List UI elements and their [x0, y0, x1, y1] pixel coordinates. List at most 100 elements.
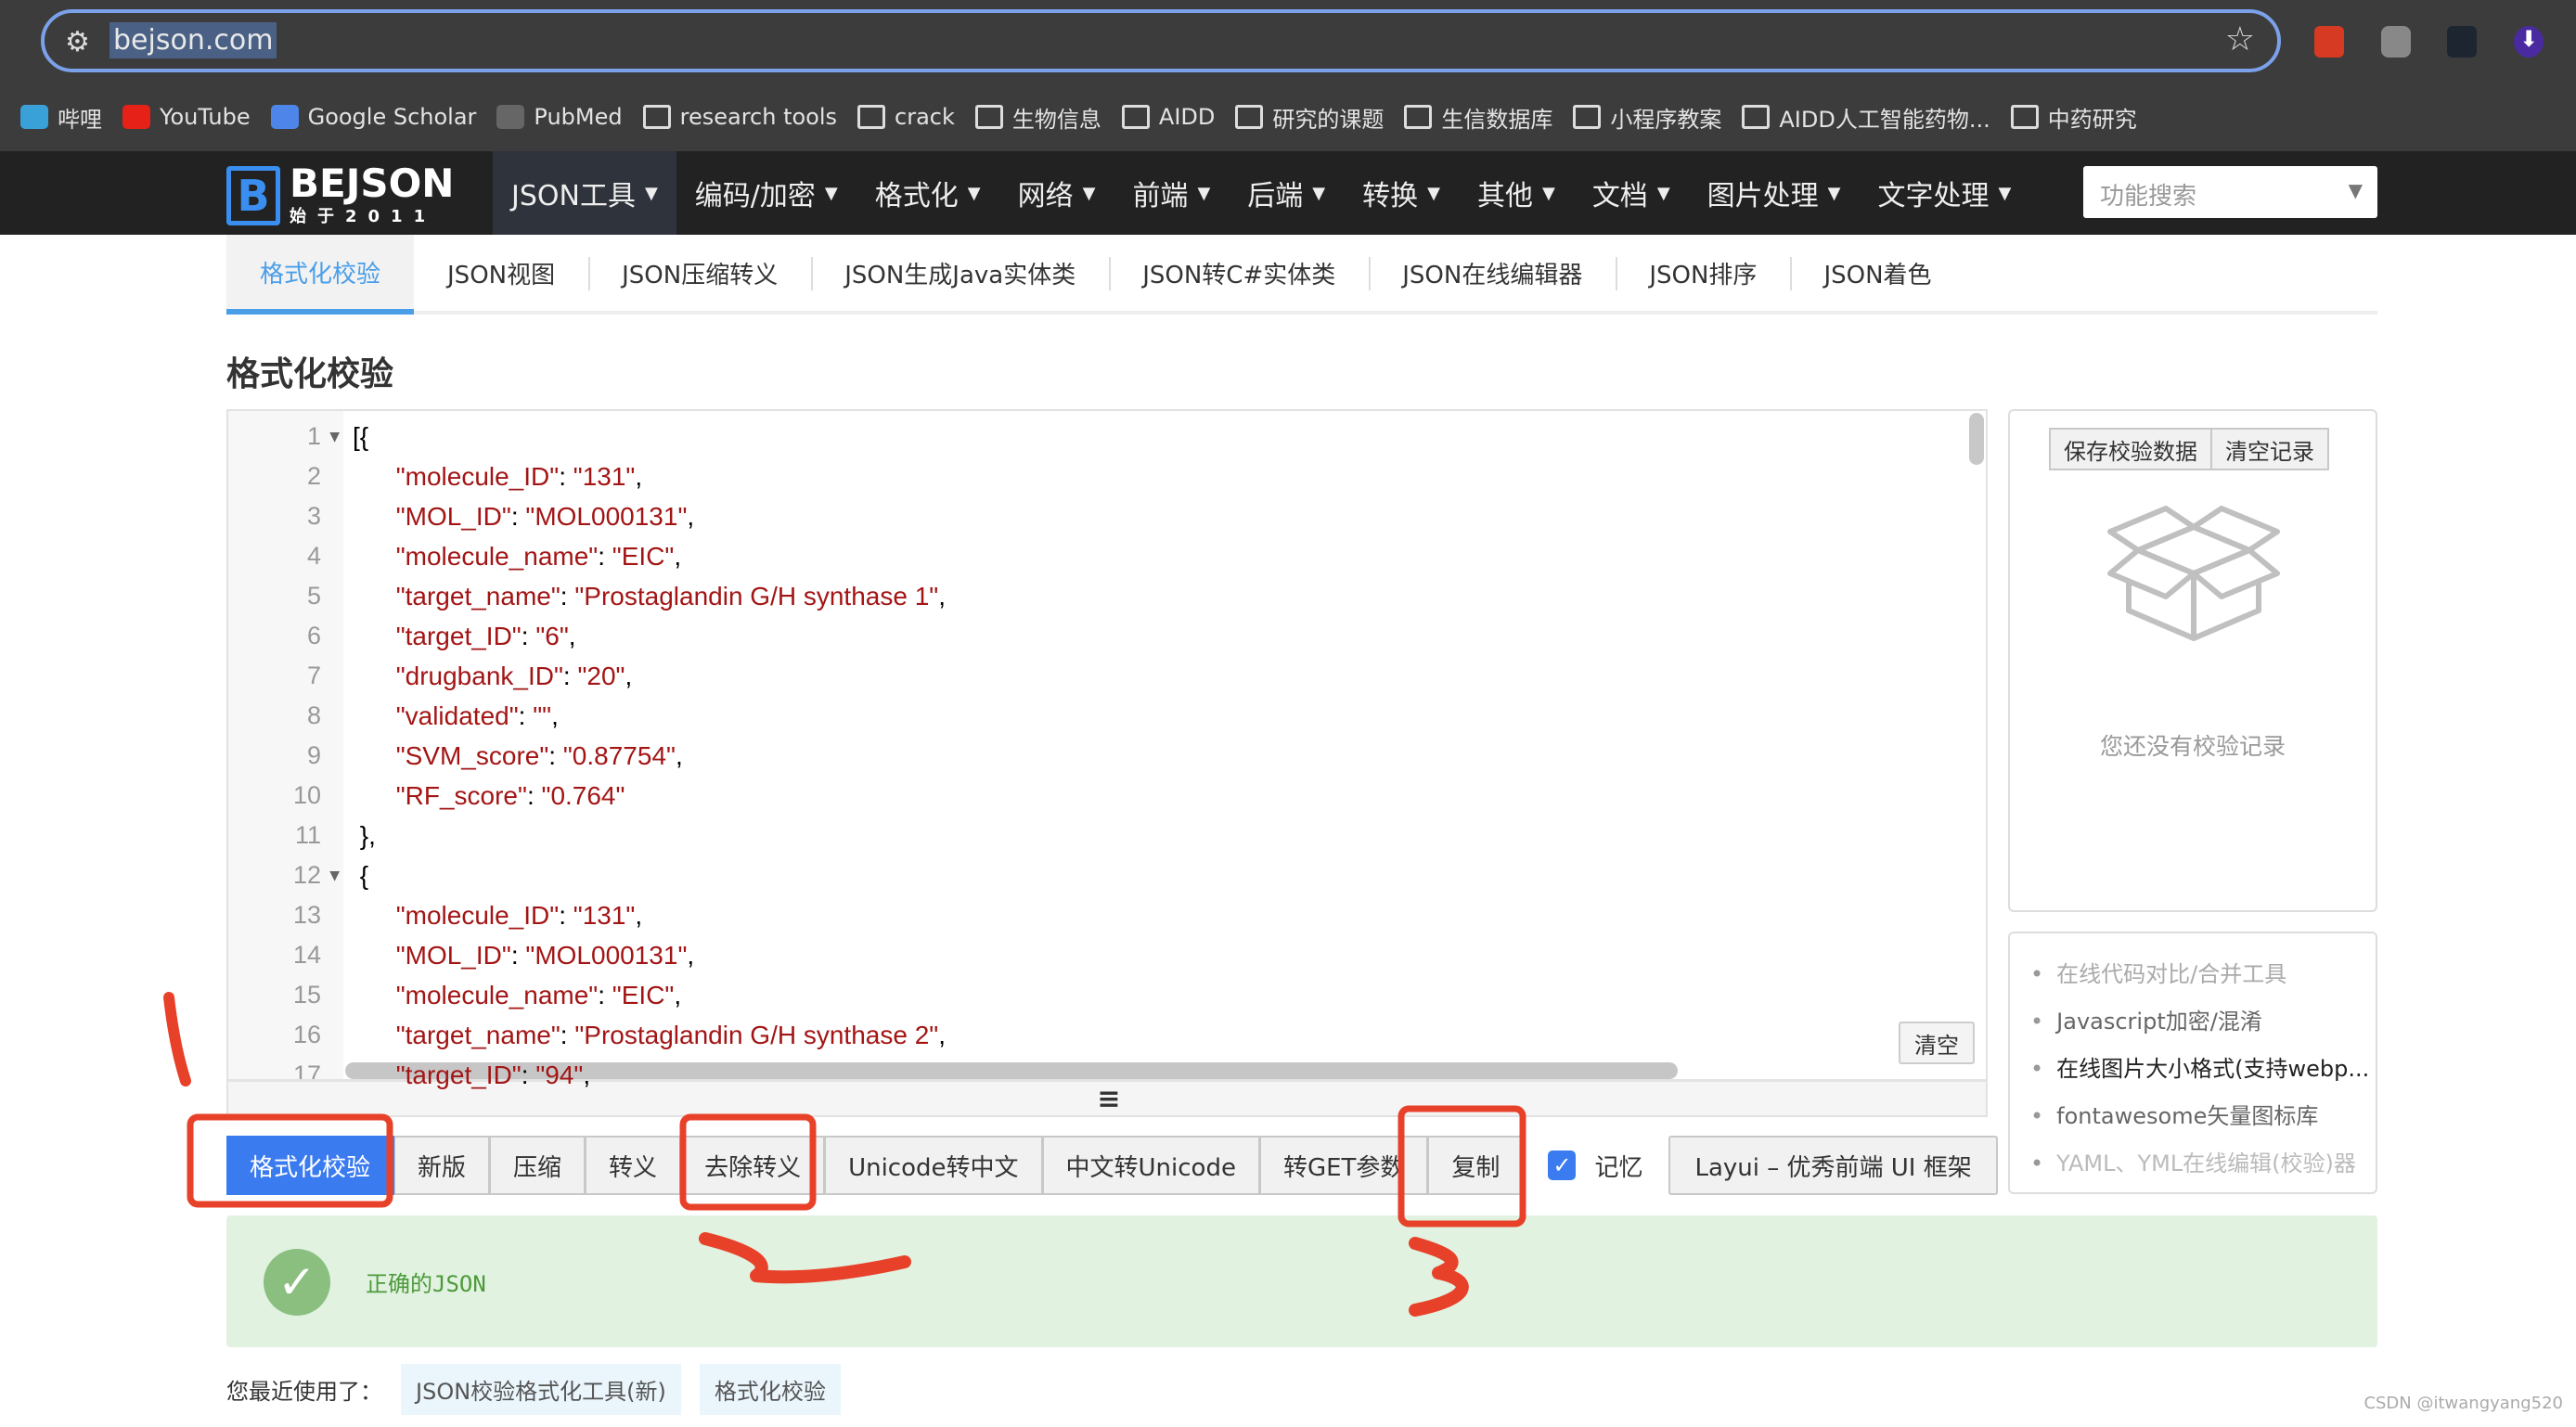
- bookmark-item[interactable]: Google Scholar: [270, 104, 477, 130]
- bookmark-label: Google Scholar: [307, 104, 477, 130]
- json-editor[interactable]: 1 ▼ 2 3 4 5 6 7 8 9 10 11 12 ▼ 13 14 15 16 17 清空 ≡ [{ "mol…: [226, 409, 1988, 1117]
- logo-text: BEJSON: [290, 161, 455, 206]
- bookmark-item[interactable]: 生信数据库: [1404, 101, 1552, 134]
- bookmark-star-icon[interactable]: ☆: [2225, 20, 2255, 58]
- clear-history-button[interactable]: 清空记录: [2212, 428, 2329, 470]
- code-line: "molecule_ID": "131",: [395, 901, 643, 930]
- tab-item[interactable]: JSON排序: [1616, 235, 1790, 311]
- nav-menu-item[interactable]: 后端 ▼: [1229, 151, 1344, 235]
- nav-menu-item[interactable]: 前端 ▼: [1114, 151, 1229, 235]
- line-number: 9: [306, 741, 321, 769]
- site-nav: B BEJSON 始于2011 JSON工具 ▼ 编码/加密 ▼ 格式化 ▼ 网络 ▼ 前端 ▼ 后端…: [0, 151, 2576, 235]
- code-line: "molecule_ID": "131",: [395, 462, 643, 491]
- tab-item[interactable]: JSON转C#实体类: [1109, 235, 1369, 311]
- vertical-scrollbar[interactable]: [1969, 413, 1984, 465]
- annotation-stroke-1: [163, 992, 191, 1086]
- download-icon[interactable]: ⬇: [2514, 26, 2544, 58]
- bookmark-label: crack: [895, 104, 955, 130]
- feature-search-select[interactable]: 功能搜索 ▼: [2083, 166, 2377, 218]
- fold-arrow-icon[interactable]: ▼: [329, 430, 340, 444]
- line-number: 8: [306, 701, 321, 729]
- line-number: 5: [306, 582, 321, 610]
- bookmark-item[interactable]: 研究的课题: [1235, 101, 1384, 134]
- bookmark-item[interactable]: AIDD: [1121, 104, 1215, 130]
- caret-down-icon: ▼: [1197, 183, 1211, 203]
- nav-menu-item[interactable]: 编码/加密 ▼: [676, 151, 857, 235]
- tab-item[interactable]: JSON在线编辑器: [1369, 235, 1616, 311]
- bookmark-item[interactable]: AIDD人工智能药物...: [1742, 101, 1990, 134]
- extension-icon-3[interactable]: [2447, 26, 2477, 58]
- tab-item[interactable]: 格式化校验: [226, 235, 415, 315]
- url-text[interactable]: bejson.com: [109, 22, 277, 58]
- related-links: 在线代码对比/合并工具Javascript加密/混淆在线图片大小格式(支持web…: [2008, 932, 2377, 1194]
- action-button[interactable]: Unicode转中文: [825, 1136, 1043, 1195]
- code-line: "molecule_name": "EIC",: [395, 981, 682, 1009]
- checkbox-checked-icon[interactable]: ✓: [1548, 1151, 1577, 1180]
- action-button[interactable]: 转GET参数: [1259, 1136, 1429, 1195]
- caret-down-icon: ▼: [1082, 183, 1096, 203]
- nav-menu-item[interactable]: 文档 ▼: [1574, 151, 1689, 235]
- folder-icon: [1404, 105, 1433, 129]
- recent-item[interactable]: JSON校验格式化工具(新): [401, 1364, 681, 1415]
- bookmark-item[interactable]: YouTube: [122, 104, 251, 130]
- action-button[interactable]: 新版: [394, 1136, 491, 1195]
- nav-menu-label: 前端: [1132, 180, 1189, 212]
- save-validation-button[interactable]: 保存校验数据: [2049, 428, 2212, 470]
- bookmark-favicon-icon: [20, 105, 48, 129]
- related-link[interactable]: YAML、YML在线编辑(校验)器: [2030, 1143, 2376, 1190]
- bookmark-item[interactable]: 小程序教案: [1573, 101, 1721, 134]
- related-link[interactable]: 在线图片大小格式(支持webp...: [2030, 1048, 2376, 1096]
- recent-item[interactable]: 格式化校验: [699, 1364, 841, 1415]
- action-toolbar: 格式化校验 新版 压缩 转义 去除转义 Unicode转中文 中文转Unicode 转GET参…: [226, 1136, 1998, 1195]
- code-line: "drugbank_ID": "20",: [395, 662, 633, 690]
- tab-item[interactable]: JSON着色: [1790, 235, 1964, 311]
- clear-editor-button[interactable]: 清空: [1899, 1022, 1975, 1064]
- related-link[interactable]: Javascript加密/混淆: [2030, 1001, 2376, 1048]
- related-link[interactable]: fontawesome矢量图标库: [2030, 1096, 2376, 1143]
- line-number: 15: [292, 981, 321, 1009]
- nav-menu-item[interactable]: 格式化 ▼: [857, 151, 999, 235]
- bookmark-label: research tools: [679, 104, 838, 130]
- action-button[interactable]: 去除转义: [681, 1136, 826, 1195]
- address-bar[interactable]: ⚙ bejson.com ☆: [41, 9, 2281, 72]
- nav-menu-item[interactable]: 网络 ▼: [999, 151, 1114, 235]
- caret-down-icon: ▼: [824, 183, 838, 203]
- nav-menu-item[interactable]: JSON工具 ▼: [493, 151, 676, 235]
- folder-icon: [1235, 105, 1264, 129]
- bookmark-item[interactable]: crack: [857, 104, 955, 130]
- bookmark-label: 研究的课题: [1272, 106, 1385, 133]
- bookmark-item[interactable]: research tools: [642, 104, 838, 130]
- folder-icon: [857, 105, 886, 129]
- extension-icon-1[interactable]: [2314, 26, 2344, 58]
- tab-item[interactable]: JSON压缩转义: [588, 235, 811, 311]
- nav-menu-item[interactable]: 其他 ▼: [1459, 151, 1574, 235]
- nav-menu-label: 网络: [1017, 180, 1074, 212]
- line-number: 4: [306, 542, 321, 570]
- site-settings-icon[interactable]: ⚙: [65, 26, 90, 58]
- line-number: 3: [306, 502, 321, 530]
- bookmark-item[interactable]: 哔哩: [20, 101, 102, 134]
- bookmark-item[interactable]: 中药研究: [2010, 101, 2137, 134]
- action-button[interactable]: 格式化校验: [226, 1136, 395, 1195]
- bookmark-item[interactable]: PubMed: [496, 104, 623, 130]
- memory-checkbox[interactable]: ✓ 记忆: [1548, 1149, 1642, 1183]
- action-button[interactable]: 中文转Unicode: [1042, 1136, 1260, 1195]
- nav-menu-label: 格式化: [874, 180, 959, 212]
- fold-arrow-icon[interactable]: ▼: [329, 868, 340, 883]
- related-link[interactable]: 在线代码对比/合并工具: [2030, 954, 2376, 1001]
- tab-item[interactable]: JSON生成Java实体类: [811, 235, 1109, 311]
- action-button[interactable]: 复制: [1428, 1136, 1525, 1195]
- nav-menu-item[interactable]: 图片处理 ▼: [1689, 151, 1860, 235]
- camera-extension-icon[interactable]: [2381, 26, 2411, 58]
- caret-down-icon: ▼: [1427, 183, 1440, 203]
- action-button[interactable]: 转义: [586, 1136, 682, 1195]
- tab-item[interactable]: JSON视图: [414, 235, 588, 311]
- bookmark-item[interactable]: 生物信息: [974, 101, 1101, 134]
- nav-menu-label: 其他: [1476, 180, 1533, 212]
- nav-menu-item[interactable]: 文字处理 ▼: [1860, 151, 2030, 235]
- layui-link-button[interactable]: Layui – 优秀前端 UI 框架: [1668, 1136, 1998, 1195]
- bejson-logo[interactable]: B BEJSON 始于2011: [226, 164, 454, 227]
- action-button[interactable]: 压缩: [490, 1136, 586, 1195]
- nav-menu-item[interactable]: 转换 ▼: [1344, 151, 1459, 235]
- bookmark-favicon-icon: [496, 105, 525, 129]
